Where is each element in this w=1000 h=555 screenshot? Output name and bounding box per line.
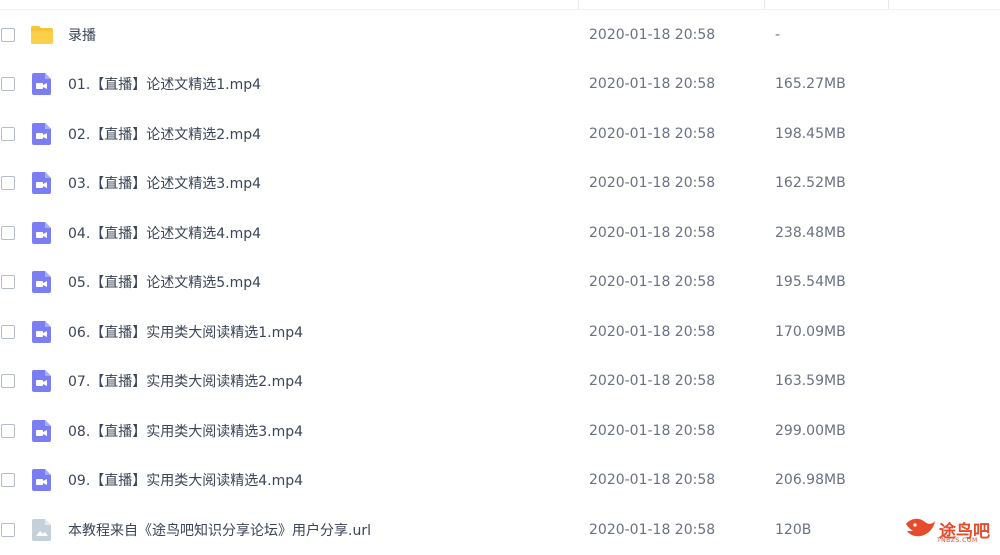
file-size: 195.54MB xyxy=(775,274,846,291)
file-name[interactable]: 05.【直播】论述文精选5.mp4 xyxy=(68,272,261,292)
row-checkbox[interactable] xyxy=(1,324,15,339)
video-file-icon xyxy=(30,320,54,344)
file-modified-date: 2020-01-18 20:58 xyxy=(589,323,716,340)
file-size: - xyxy=(775,26,781,43)
row-checkbox[interactable] xyxy=(1,423,15,438)
file-modified-date: 2020-01-18 20:58 xyxy=(589,224,716,241)
video-file-icon xyxy=(30,221,54,245)
row-checkbox[interactable] xyxy=(1,176,15,191)
file-row[interactable]: 08.【直播】实用类大阅读精选3.mp4 2020-01-18 20:58 299.… xyxy=(0,406,1000,456)
file-name[interactable]: 09.【直播】实用类大阅读精选4.mp4 xyxy=(68,470,303,490)
file-modified-date: 2020-01-18 20:58 xyxy=(589,175,716,192)
row-checkbox[interactable] xyxy=(1,374,15,389)
file-modified-date: 2020-01-18 20:58 xyxy=(589,76,716,93)
file-name[interactable]: 录播 xyxy=(68,25,96,45)
file-size: 165.27MB xyxy=(775,76,846,93)
file-name[interactable]: 04.【直播】论述文精选4.mp4 xyxy=(68,223,261,243)
site-watermark: 途鸟吧 TNBZS.COM xyxy=(903,514,990,544)
file-name[interactable]: 06.【直播】实用类大阅读精选1.mp4 xyxy=(68,322,303,342)
video-file-icon xyxy=(30,369,54,393)
video-file-icon xyxy=(30,122,54,146)
file-modified-date: 2020-01-18 20:58 xyxy=(589,125,716,142)
row-checkbox[interactable] xyxy=(1,27,15,42)
file-size: 238.48MB xyxy=(775,224,846,241)
file-size: 170.09MB xyxy=(775,323,846,340)
file-row[interactable]: 06.【直播】实用类大阅读精选1.mp4 2020-01-18 20:58 170.… xyxy=(0,307,1000,357)
watermark-subtext: TNBZS.COM xyxy=(937,537,978,544)
file-name[interactable]: 03.【直播】论述文精选3.mp4 xyxy=(68,173,261,193)
video-file-icon xyxy=(30,468,54,492)
file-row[interactable]: 09.【直播】实用类大阅读精选4.mp4 2020-01-18 20:58 206.… xyxy=(0,456,1000,506)
file-row[interactable]: 04.【直播】论述文精选4.mp4 2020-01-18 20:58 238.48M… xyxy=(0,208,1000,258)
file-size: 299.00MB xyxy=(775,422,846,439)
file-name[interactable]: 07.【直播】实用类大阅读精选2.mp4 xyxy=(68,371,303,391)
video-file-icon xyxy=(30,270,54,294)
file-name[interactable]: 08.【直播】实用类大阅读精选3.mp4 xyxy=(68,421,303,441)
url-file-icon xyxy=(30,518,54,542)
row-checkbox[interactable] xyxy=(1,225,15,240)
row-checkbox[interactable] xyxy=(1,473,15,488)
file-size: 206.98MB xyxy=(775,472,846,489)
file-size: 198.45MB xyxy=(775,125,846,142)
file-row[interactable]: 录播 2020-01-18 20:58 - xyxy=(0,10,1000,60)
file-row[interactable]: 07.【直播】实用类大阅读精选2.mp4 2020-01-18 20:58 163.… xyxy=(0,357,1000,407)
file-row[interactable]: 01.【直播】论述文精选1.mp4 2020-01-18 20:58 165.27M… xyxy=(0,60,1000,110)
row-checkbox[interactable] xyxy=(1,77,15,92)
file-modified-date: 2020-01-18 20:58 xyxy=(589,26,716,43)
file-row[interactable]: 05.【直播】论述文精选5.mp4 2020-01-18 20:58 195.54M… xyxy=(0,258,1000,308)
video-file-icon xyxy=(30,419,54,443)
bird-logo-icon xyxy=(906,518,935,537)
row-checkbox[interactable] xyxy=(1,275,15,290)
file-size: 162.52MB xyxy=(775,175,846,192)
file-size: 163.59MB xyxy=(775,373,846,390)
file-name[interactable]: 01.【直播】论述文精选1.mp4 xyxy=(68,74,261,94)
file-modified-date: 2020-01-18 20:58 xyxy=(589,274,716,291)
row-checkbox[interactable] xyxy=(1,126,15,141)
file-modified-date: 2020-01-18 20:58 xyxy=(589,521,716,538)
file-list: 录播 2020-01-18 20:58 - 01.【直播】论述文精选1.mp4 2020… xyxy=(0,10,1000,555)
file-row[interactable]: 02.【直播】论述文精选2.mp4 2020-01-18 20:58 198.45M… xyxy=(0,109,1000,159)
file-size: 120B xyxy=(775,521,812,538)
file-name[interactable]: 02.【直播】论述文精选2.mp4 xyxy=(68,124,261,144)
file-row[interactable]: 本教程来自《途鸟吧知识分享论坛》用户分享.url 2020-01-18 20:58… xyxy=(0,505,1000,555)
file-modified-date: 2020-01-18 20:58 xyxy=(589,472,716,489)
video-file-icon xyxy=(30,171,54,195)
row-checkbox[interactable] xyxy=(1,522,15,537)
column-header-strip xyxy=(0,0,1000,10)
file-name[interactable]: 本教程来自《途鸟吧知识分享论坛》用户分享.url xyxy=(68,520,371,540)
file-row[interactable]: 03.【直播】论述文精选3.mp4 2020-01-18 20:58 162.52M… xyxy=(0,159,1000,209)
file-modified-date: 2020-01-18 20:58 xyxy=(589,422,716,439)
video-file-icon xyxy=(30,72,54,96)
file-modified-date: 2020-01-18 20:58 xyxy=(589,373,716,390)
folder-icon xyxy=(30,23,54,47)
